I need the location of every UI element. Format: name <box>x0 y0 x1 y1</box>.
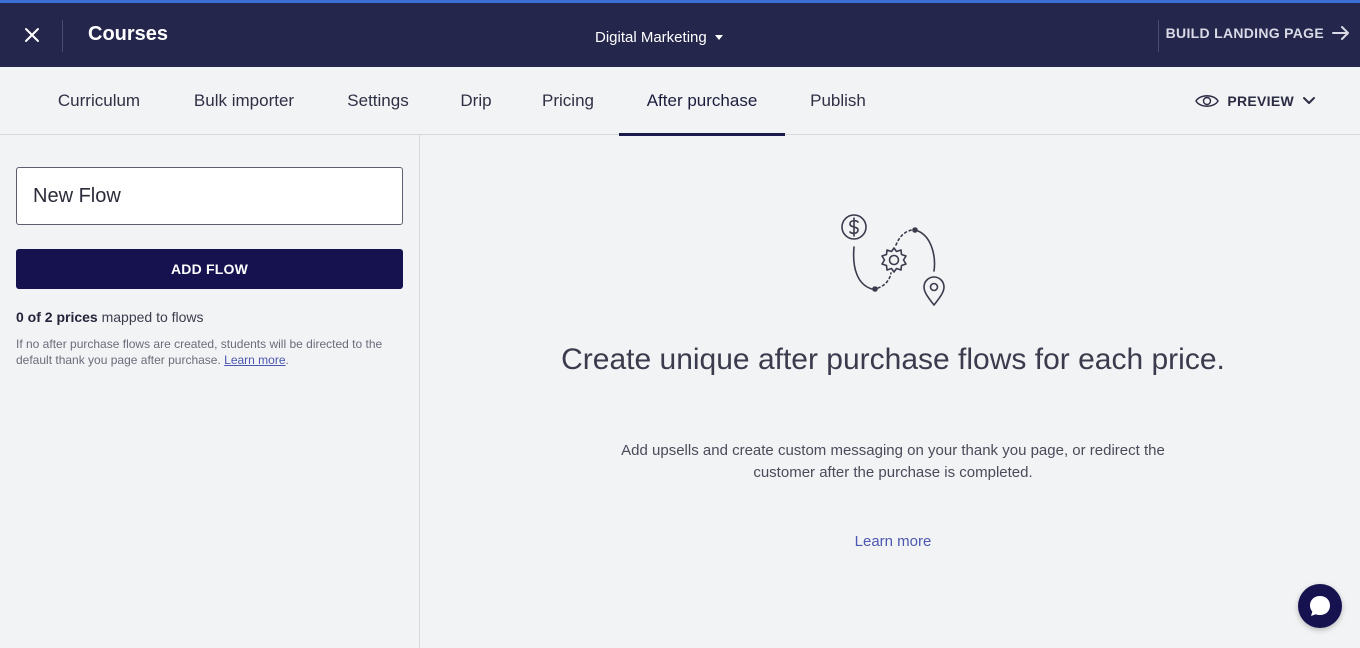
course-select-dropdown[interactable]: Digital Marketing <box>595 29 723 46</box>
location-pin-icon <box>923 276 945 306</box>
empty-state-headline: Create unique after purchase flows for e… <box>561 343 1225 376</box>
chat-launcher-button[interactable] <box>1298 584 1342 628</box>
page-title: Courses <box>88 23 169 45</box>
dollar-coin-icon <box>841 214 867 240</box>
hint-learn-more-link[interactable]: Learn more <box>224 353 285 367</box>
flow-name-input[interactable] <box>16 167 403 225</box>
preview-button[interactable]: PREVIEW <box>1195 67 1316 135</box>
empty-state: Create unique after purchase flows for e… <box>421 135 1360 648</box>
tab-curriculum[interactable]: Curriculum <box>44 67 154 135</box>
close-icon <box>25 28 39 42</box>
hint-text: If no after purchase flows are created, … <box>16 337 383 367</box>
flows-sidebar: ADD FLOW 0 of 2 prices mapped to flows I… <box>0 135 420 648</box>
mapped-suffix: mapped to flows <box>97 309 204 325</box>
hint-end: . <box>285 353 289 367</box>
tab-bulk-importer[interactable]: Bulk importer <box>178 67 310 135</box>
arrow-right-icon <box>1332 26 1349 40</box>
course-name: Digital Marketing <box>595 29 707 46</box>
gear-icon <box>881 247 907 273</box>
mapped-count: 0 of 2 prices <box>16 309 98 325</box>
header-divider-right <box>1158 20 1159 52</box>
tab-drip[interactable]: Drip <box>446 67 506 135</box>
caret-down-icon <box>714 35 723 40</box>
tab-settings[interactable]: Settings <box>334 67 422 135</box>
flow-illustration <box>841 214 945 306</box>
header-divider <box>62 20 63 52</box>
learn-more-link[interactable]: Learn more <box>421 533 1360 550</box>
prices-mapped-status: 0 of 2 prices mapped to flows <box>16 309 204 325</box>
top-header: Courses Digital Marketing BUILD LANDING … <box>0 0 1360 67</box>
tab-pricing[interactable]: Pricing <box>528 67 608 135</box>
preview-label: PREVIEW <box>1227 93 1294 109</box>
build-landing-page-label: BUILD LANDING PAGE <box>1165 25 1324 41</box>
tab-after-purchase[interactable]: After purchase <box>619 67 785 136</box>
build-landing-page-button[interactable]: BUILD LANDING PAGE <box>1166 25 1350 41</box>
flow-hint: If no after purchase flows are created, … <box>16 336 406 368</box>
close-button[interactable] <box>18 21 46 49</box>
chevron-down-icon <box>1303 97 1315 104</box>
eye-icon <box>1195 95 1220 107</box>
chat-icon <box>1310 596 1330 616</box>
course-tabs: Curriculum Bulk importer Settings Drip P… <box>0 67 1360 136</box>
empty-state-description: Add upsells and create custom messaging … <box>621 442 1165 481</box>
tab-publish[interactable]: Publish <box>797 67 879 135</box>
add-flow-button[interactable]: ADD FLOW <box>16 249 403 289</box>
